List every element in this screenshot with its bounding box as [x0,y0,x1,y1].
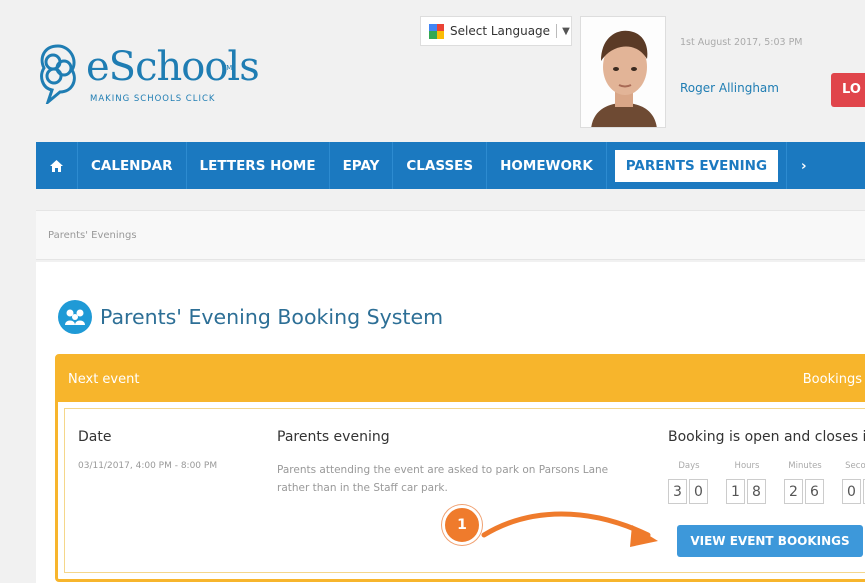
language-label: Select Language [450,24,551,38]
user-datetime: 1st August 2017, 5:03 PM [680,37,803,48]
panel-header-right: Bookings [802,372,862,387]
event-card: Date 03/11/2017, 4:00 PM - 8:00 PM Paren… [64,408,865,573]
panel-header: Next event Bookings [58,357,865,402]
user-avatar[interactable] [580,16,666,128]
countdown-digit: 1 [726,479,745,504]
event-date: 03/11/2017, 4:00 PM - 8:00 PM [78,461,218,471]
countdown-digit: 6 [805,479,824,504]
breadcrumb: Parents' Evenings [36,210,865,260]
user-name[interactable]: Roger Allingham [680,81,779,95]
breadcrumb-item: Parents' Evenings [48,230,137,241]
panel-header-left: Next event [68,372,140,387]
parents-group-icon [58,300,92,334]
google-translate-icon [429,23,444,39]
logo-mark-icon [40,44,76,104]
countdown-digit: 8 [747,479,766,504]
chevron-down-icon: ▼ [562,25,570,37]
nav-calendar[interactable]: CALENDAR [78,142,187,189]
nav-letters-home[interactable]: LETTERS HOME [187,142,330,189]
countdown-digit: 2 [784,479,803,504]
countdown-label: Hours [734,461,760,471]
nav-epay[interactable]: EPAY [330,142,394,189]
language-divider [556,24,558,38]
countdown-timer: Days 3 0 Hours 1 8 Minutes 2 6 Seco 0 [668,461,865,504]
countdown-digit: 0 [689,479,708,504]
nav-classes[interactable]: CLASSES [393,142,488,189]
annotation-arrow-icon [481,511,658,547]
date-label: Date [78,429,112,445]
countdown-digit: 3 [668,479,687,504]
booking-status: Booking is open and closes in: [668,429,865,445]
page-title: Parents' Evening Booking System [100,305,444,329]
home-icon [50,159,63,172]
logout-button[interactable]: LO [831,73,865,107]
logo-text: eSchools [86,44,260,90]
page-header: Parents' Evening Booking System [58,300,443,334]
countdown-minutes: Minutes 2 6 [784,461,826,504]
step-number-badge: 1 [442,505,482,545]
countdown-hours: Hours 1 8 [726,461,768,504]
event-title: Parents evening [277,429,390,445]
countdown-digit: 0 [842,479,861,504]
logo-tagline: MAKING SCHOOLS CLICK [90,94,216,104]
countdown-label: Minutes [788,461,822,471]
nav-home[interactable] [36,142,78,189]
countdown-label: Seconds [845,461,865,471]
view-event-bookings-button[interactable]: VIEW EVENT BOOKINGS [677,525,863,557]
logo-trademark: TM [222,64,233,72]
language-selector[interactable]: Select Language ▼ [420,16,572,46]
user-photo [581,17,665,127]
eschools-logo[interactable]: eSchools TM MAKING SCHOOLS CLICK [36,40,260,110]
main-nav: CALENDAR LETTERS HOME EPAY CLASSES HOMEW… [36,142,865,189]
countdown-days: Days 3 0 [668,461,710,504]
nav-more-button[interactable]: › [786,142,821,189]
countdown-seconds: Seconds 0 0 [842,461,865,504]
next-event-panel: Next event Bookings Date 03/11/2017, 4:0… [55,354,865,582]
countdown-label: Days [678,461,700,471]
event-description: Parents attending the event are asked to… [277,464,609,494]
nav-parents-evening[interactable]: PARENTS EVENING [614,149,779,182]
nav-homework[interactable]: HOMEWORK [487,142,607,189]
